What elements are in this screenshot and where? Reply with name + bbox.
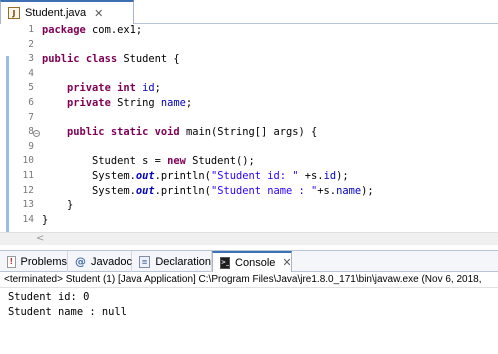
line-number: 7: [28, 111, 34, 123]
code-line: public class Student {: [42, 53, 180, 66]
console-status-header: <terminated> Student (1) [Java Applicati…: [0, 272, 498, 288]
code-editor[interactable]: 1 2 3 4 5 6 7 8 9 10 11 12 13 14 − packa…: [0, 24, 498, 232]
code-line: private int id;: [67, 82, 161, 95]
fold-collapse-icon[interactable]: −: [33, 130, 40, 137]
line-number: 14: [22, 213, 34, 225]
scroll-left-icon[interactable]: <: [36, 233, 44, 245]
close-icon[interactable]: ✕: [94, 7, 103, 20]
code-line: private String name;: [67, 96, 193, 109]
declaration-icon: ≡: [139, 255, 151, 268]
line-number: 3: [28, 53, 34, 65]
code-line: public static void main(String[] args) {: [67, 126, 318, 139]
code-line: package com.ex1;: [42, 24, 143, 36]
console-line: Student name : null: [8, 306, 127, 318]
tab-console[interactable]: >_ Console ✕: [212, 251, 292, 272]
code-line: System.out.println("Student name : "+s.n…: [42, 184, 374, 197]
tab-declaration-label: Declaration: [155, 255, 211, 268]
line-number: 11: [22, 169, 34, 181]
code-line: [42, 68, 498, 83]
editor-tab-label: Student.java: [25, 7, 87, 19]
tab-javadoc-label: Javadoc: [91, 255, 132, 268]
java-file-icon: J: [8, 7, 20, 19]
line-number: 8: [28, 126, 34, 138]
console-icon: >_: [220, 256, 231, 269]
tab-problems[interactable]: ! Problems: [0, 251, 68, 272]
line-number: 13: [22, 199, 34, 211]
line-number: 10: [22, 155, 34, 167]
line-number: 5: [28, 82, 34, 94]
code-line: System.out.println("Student id: " +s.id)…: [42, 169, 349, 182]
code-line: [42, 39, 498, 54]
code-line: Student s = new Student();: [42, 155, 255, 168]
views-tab-bar: ! Problems @ Javadoc ≡ Declaration >_ Co…: [0, 250, 498, 272]
code-line: }: [42, 199, 74, 212]
line-number: 1: [28, 24, 34, 35]
horizontal-scrollbar[interactable]: <: [0, 232, 498, 245]
line-number-ruler: 1 2 3 4 5 6 7 8 9 10 11 12 13 14: [12, 24, 34, 228]
line-number: 12: [22, 184, 34, 196]
problems-icon: !: [7, 255, 16, 268]
console-output[interactable]: Student id: 0 Student name : null: [0, 288, 498, 354]
tab-javadoc[interactable]: @ Javadoc: [68, 251, 132, 272]
close-icon[interactable]: ✕: [282, 256, 291, 269]
code-line: }: [42, 213, 49, 226]
code-lines[interactable]: package com.ex1; public class Student { …: [42, 24, 498, 228]
line-number: 6: [28, 96, 34, 108]
tab-console-label: Console: [235, 256, 276, 269]
console-line: Student id: 0: [8, 291, 90, 303]
line-number: 9: [28, 140, 34, 152]
code-line: [42, 112, 498, 127]
line-number: 4: [28, 67, 34, 79]
tab-declaration[interactable]: ≡ Declaration: [132, 251, 212, 272]
editor-tab-bar: J Student.java ✕: [0, 0, 498, 24]
editor-tab-student-java[interactable]: J Student.java ✕: [0, 0, 134, 24]
code-line: [42, 141, 498, 156]
line-number: 2: [28, 38, 34, 50]
range-indicator: [6, 56, 9, 232]
tab-problems-label: Problems: [20, 255, 67, 268]
javadoc-icon: @: [75, 255, 86, 268]
